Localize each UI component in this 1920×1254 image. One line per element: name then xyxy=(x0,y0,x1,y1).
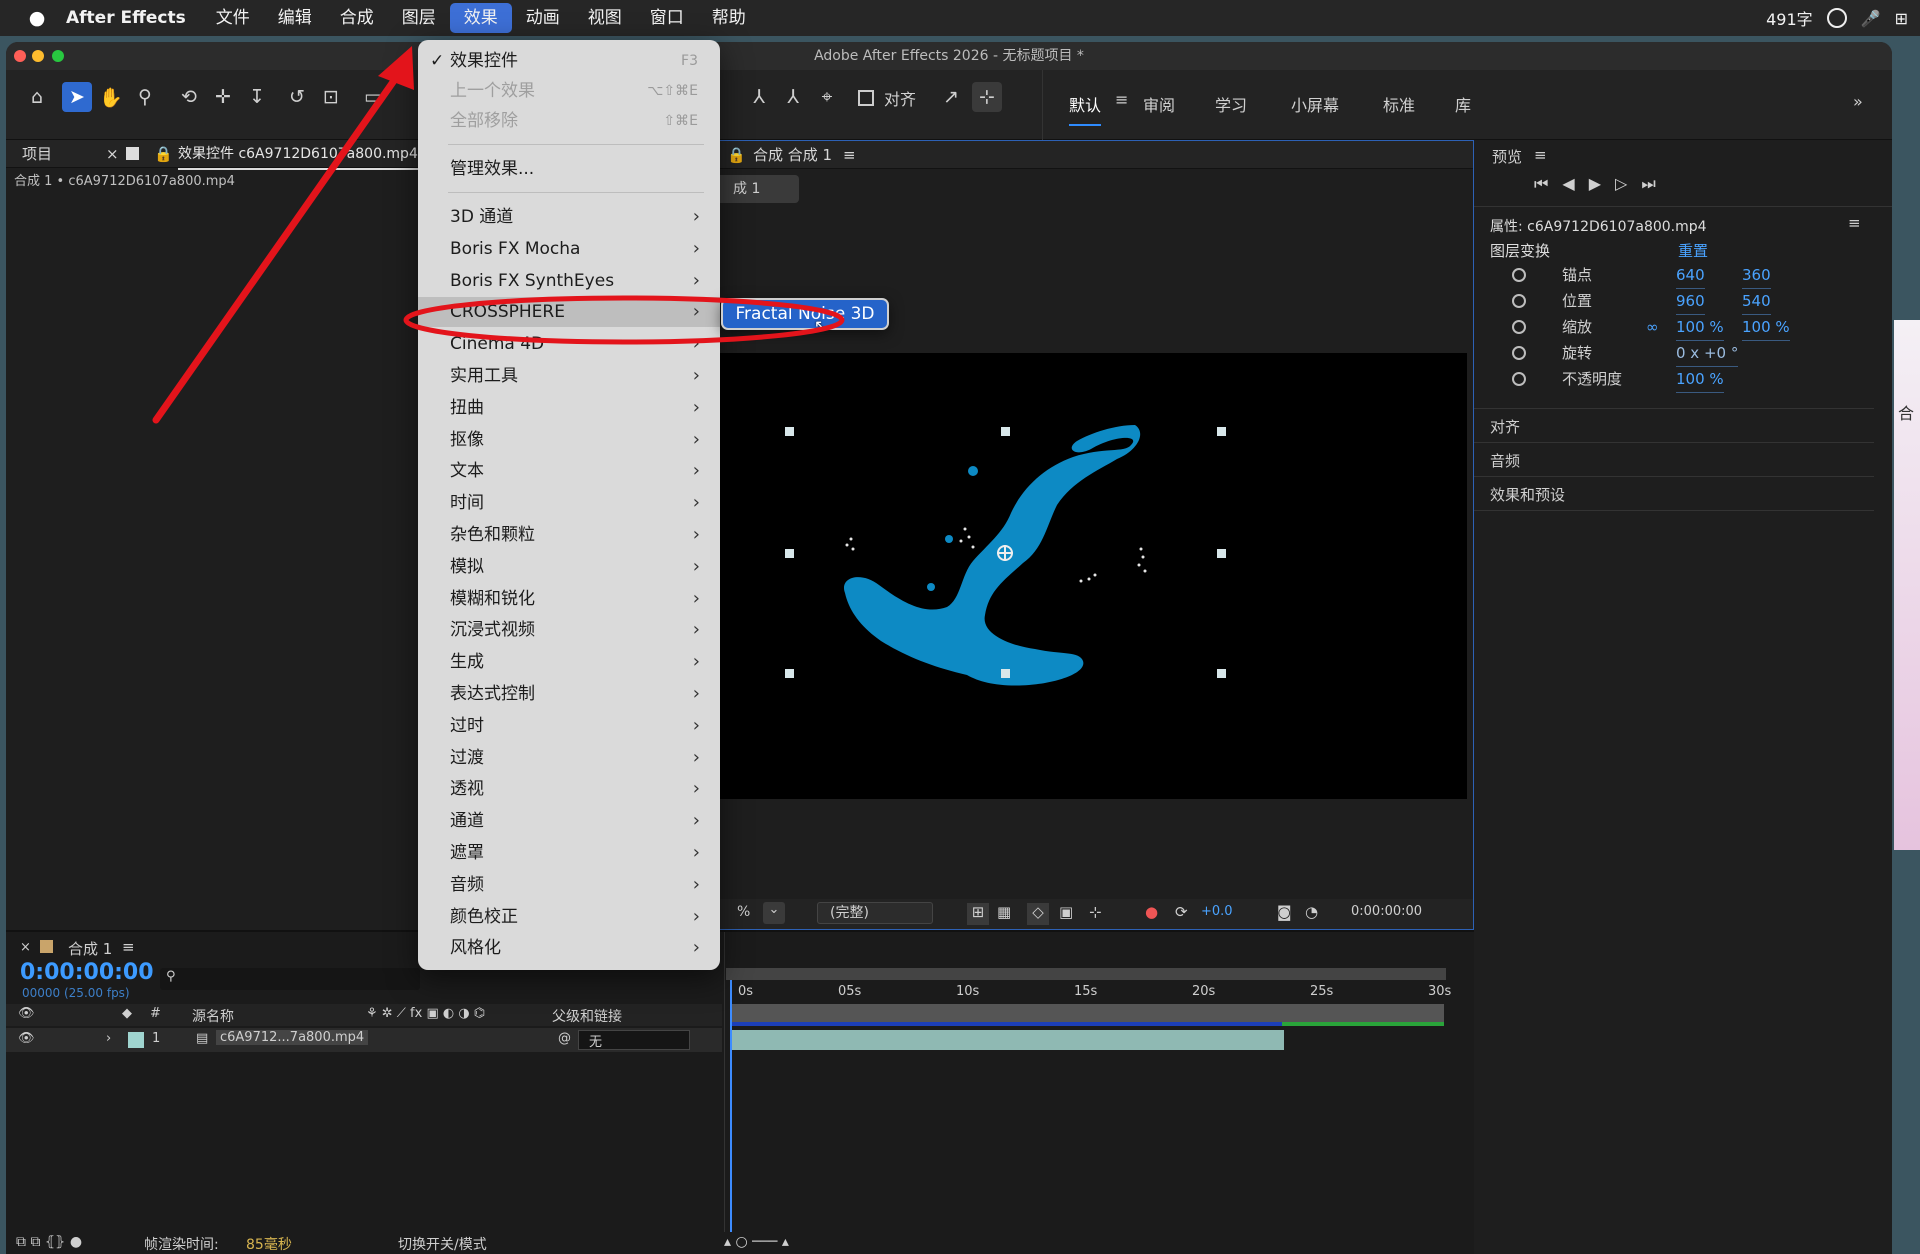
annotation-overlay xyxy=(152,46,845,424)
red-highlight-ellipse xyxy=(403,295,845,345)
red-arrow-shaft xyxy=(152,68,404,424)
